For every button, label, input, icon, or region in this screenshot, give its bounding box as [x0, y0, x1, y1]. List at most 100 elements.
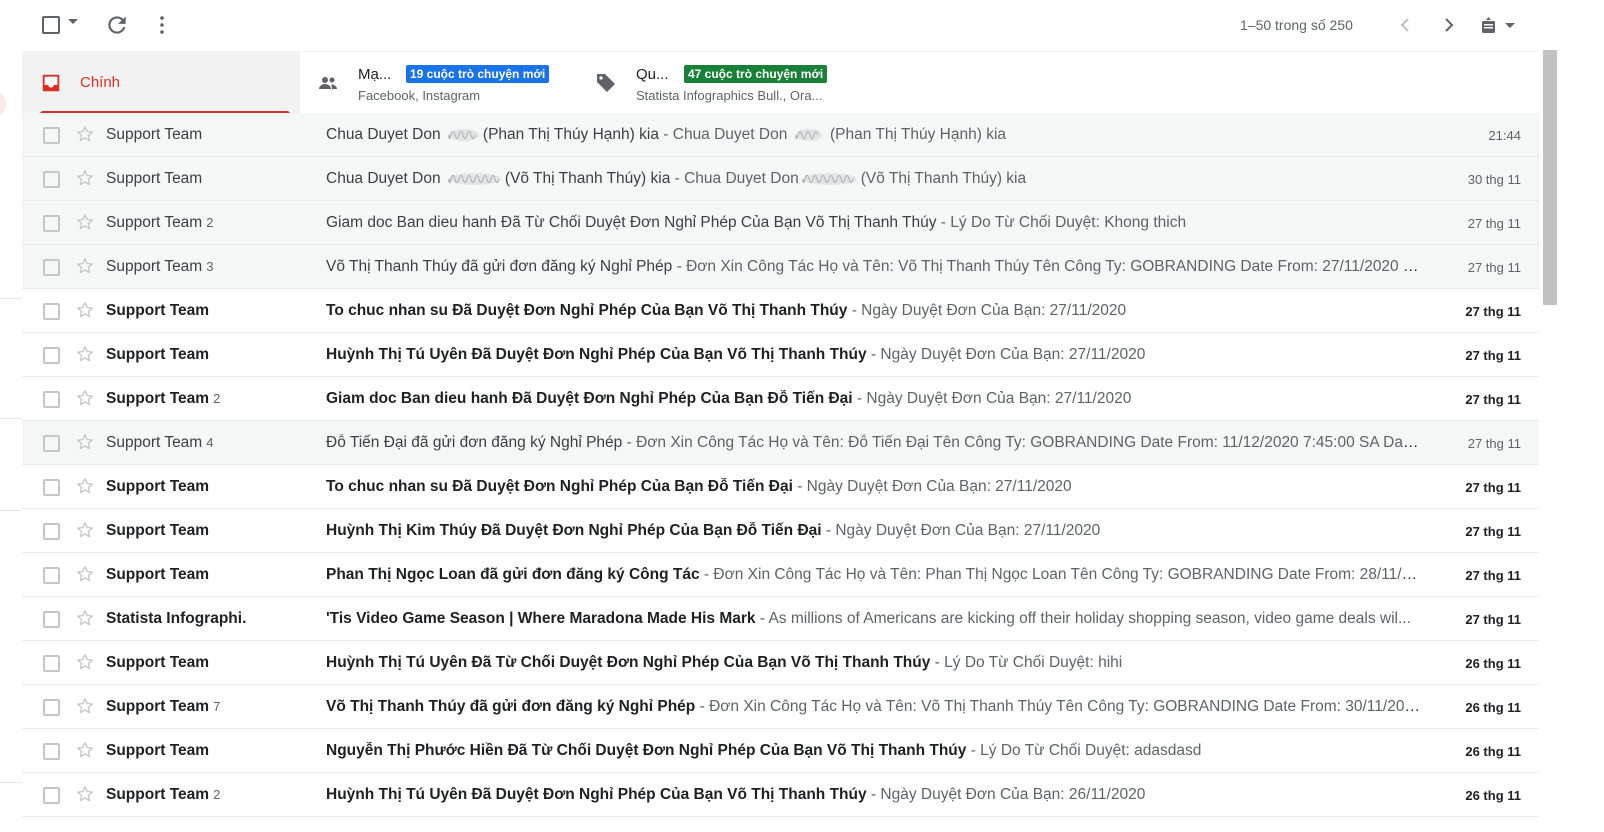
- email-row[interactable]: Support Team Huỳnh Thị Tú Uyên Đã Duyệt Đ…: [22, 333, 1539, 377]
- email-date: 26 thg 11: [1465, 788, 1521, 803]
- subject-text: (Võ Thị Thanh Thúy) kia: [504, 170, 671, 188]
- separator: -: [792, 478, 807, 495]
- email-subject: Giam doc Ban dieu hanh Đã Từ Chối Duyệt …: [326, 214, 937, 231]
- sender-name: Support Team: [106, 170, 202, 188]
- star-icon[interactable]: [75, 784, 95, 804]
- separator: -: [670, 170, 685, 188]
- email-row[interactable]: Support Team 2 Giam doc Ban dieu hanh Đã D…: [22, 377, 1539, 421]
- email-row[interactable]: Support Team Huỳnh Thị Tú Uyên Đã Từ Chối…: [22, 641, 1539, 685]
- keyboard-input-icon[interactable]: [1478, 13, 1522, 37]
- thread-count: 2: [206, 215, 214, 230]
- email-subject: Chua Duyet Don (Phan Thị Thúy Hạnh) kia: [326, 126, 659, 143]
- email-snippet: Ngày Duyệt Đơn Của Bạn: 27/11/2020: [835, 522, 1101, 539]
- email-snippet: Chua Duyet Don (Võ Thị Thanh Thúy) kia: [684, 170, 1026, 187]
- email-content: 'Tis Video Game Season | Where Maradona …: [326, 610, 1421, 628]
- email-content: Phan Thị Ngọc Loan đã gửi đơn đăng ký Cô…: [326, 566, 1421, 584]
- separator: -: [936, 214, 951, 231]
- row-checkbox[interactable]: [43, 435, 60, 452]
- row-checkbox[interactable]: [43, 655, 60, 672]
- star-icon[interactable]: [75, 388, 95, 408]
- row-checkbox[interactable]: [43, 523, 60, 540]
- sender-label: Support Team: [106, 302, 210, 319]
- email-date: 27 thg 11: [1465, 612, 1521, 627]
- star-icon[interactable]: [75, 256, 95, 276]
- email-row[interactable]: Support Team Nguyễn Thị Phước Hiền Đã Từ …: [22, 729, 1539, 773]
- tab-social-label: Mạ...: [358, 66, 392, 83]
- thread-count: 2: [213, 787, 221, 802]
- left-divider: [0, 782, 22, 783]
- chevron-left-icon[interactable]: [1393, 13, 1417, 37]
- thread-count: 3: [206, 259, 214, 274]
- email-subject: 'Tis Video Game Season | Where Maradona …: [326, 610, 756, 627]
- snippet-text: (Phan Thị Thúy Hạnh) kia: [825, 126, 1007, 144]
- email-content: Huỳnh Thị Kim Thúy Đã Duyệt Đơn Nghỉ Phé…: [326, 522, 1421, 540]
- star-icon[interactable]: [75, 652, 95, 672]
- email-content: To chuc nhan su Đã Duyệt Đơn Nghỉ Phép C…: [326, 302, 1421, 320]
- email-row[interactable]: Support Team Phan Thị Ngọc Loan đã gửi đơ…: [22, 553, 1539, 597]
- email-row[interactable]: Support Team 2 Giam doc Ban dieu hanh Đã T…: [22, 201, 1539, 245]
- row-checkbox[interactable]: [43, 787, 60, 804]
- email-date: 27 thg 11: [1465, 392, 1521, 407]
- row-checkbox[interactable]: [43, 259, 60, 276]
- row-checkbox[interactable]: [43, 699, 60, 716]
- email-date: 21:44: [1488, 128, 1521, 143]
- sender-name: Support Team 2: [106, 214, 213, 232]
- select-dropdown-caret-icon[interactable]: [68, 19, 78, 24]
- scrollbar[interactable]: [1543, 50, 1557, 305]
- row-checkbox[interactable]: [43, 215, 60, 232]
- snippet-text: (Võ Thị Thanh Thúy) kia: [860, 170, 1027, 188]
- row-checkbox[interactable]: [43, 127, 60, 144]
- star-icon[interactable]: [75, 476, 95, 496]
- star-icon[interactable]: [75, 300, 95, 320]
- email-date: 27 thg 11: [1465, 480, 1521, 495]
- row-checkbox[interactable]: [43, 347, 60, 364]
- more-vert-icon[interactable]: [150, 12, 174, 38]
- star-icon[interactable]: [75, 344, 95, 364]
- email-row[interactable]: Support Team To chuc nhan su Đã Duyệt Đơn…: [22, 289, 1539, 333]
- row-checkbox[interactable]: [43, 479, 60, 496]
- star-icon[interactable]: [75, 168, 95, 188]
- select-all-checkbox[interactable]: [42, 16, 60, 34]
- refresh-icon[interactable]: [104, 12, 130, 38]
- tab-promotions[interactable]: Qu... 47 cuộc trò chuyện mới Statista In…: [578, 52, 856, 114]
- tab-social[interactable]: Mạ... 19 cuộc trò chuyện mới Facebook, I…: [300, 52, 578, 114]
- sender-label: Support Team: [106, 170, 203, 187]
- row-checkbox[interactable]: [43, 743, 60, 760]
- row-checkbox[interactable]: [43, 567, 60, 584]
- email-row[interactable]: Support Team Huỳnh Thị Kim Thúy Đã Duyệt …: [22, 509, 1539, 553]
- star-icon[interactable]: [75, 124, 95, 144]
- sender-label: Support Team: [106, 346, 210, 363]
- sender-label: Support Team: [106, 390, 210, 407]
- email-content: Võ Thị Thanh Thúy đã gửi đơn đăng ký Ngh…: [326, 258, 1421, 276]
- email-row[interactable]: Support Team To chuc nhan su Đã Duyệt Đơn…: [22, 465, 1539, 509]
- email-content: Đỗ Tiến Đại đã gửi đơn đăng ký Nghỉ Phép…: [326, 434, 1421, 452]
- row-checkbox[interactable]: [43, 303, 60, 320]
- row-checkbox[interactable]: [43, 611, 60, 628]
- star-icon[interactable]: [75, 212, 95, 232]
- row-checkbox[interactable]: [43, 391, 60, 408]
- email-subject: Giam doc Ban dieu hanh Đã Duyệt Đơn Nghỉ…: [326, 390, 853, 407]
- star-icon[interactable]: [75, 696, 95, 716]
- email-snippet: Lý Do Từ Chối Duyệt: adasdasd: [980, 742, 1202, 759]
- email-row[interactable]: Support Team 2 Huỳnh Thị Tú Uyên Đã Duyệt …: [22, 773, 1539, 817]
- pagination-text: 1–50 trong số 250: [1240, 17, 1353, 33]
- star-icon[interactable]: [75, 432, 95, 452]
- email-row[interactable]: Support Team Chua Duyet Don (Võ Thị Thanh…: [22, 157, 1539, 201]
- row-checkbox[interactable]: [43, 171, 60, 188]
- email-row[interactable]: Statista Infographi. 'Tis Video Game Seas…: [22, 597, 1539, 641]
- chevron-right-icon[interactable]: [1437, 13, 1461, 37]
- star-icon[interactable]: [75, 520, 95, 540]
- email-subject: Chua Duyet Don (Võ Thị Thanh Thúy) kia: [326, 170, 670, 187]
- star-icon[interactable]: [75, 740, 95, 760]
- email-date: 26 thg 11: [1465, 744, 1521, 759]
- email-row[interactable]: Support Team 3 Võ Thị Thanh Thúy đã gửi đơ…: [22, 245, 1539, 289]
- tab-primary[interactable]: Chính: [22, 52, 300, 114]
- email-date: 26 thg 11: [1465, 700, 1521, 715]
- email-subject: Võ Thị Thanh Thúy đã gửi đơn đăng ký Ngh…: [326, 258, 673, 275]
- email-row[interactable]: Support Team Chua Duyet Don (Phan Thị Thú…: [22, 113, 1539, 157]
- star-icon[interactable]: [75, 564, 95, 584]
- star-icon[interactable]: [75, 608, 95, 628]
- subject-text: (Phan Thị Thúy Hạnh) kia: [482, 126, 659, 144]
- email-row[interactable]: Support Team 7 Võ Thị Thanh Thúy đã gửi đơ…: [22, 685, 1539, 729]
- email-row[interactable]: Support Team 4 Đỗ Tiến Đại đã gửi đơn đăng…: [22, 421, 1539, 465]
